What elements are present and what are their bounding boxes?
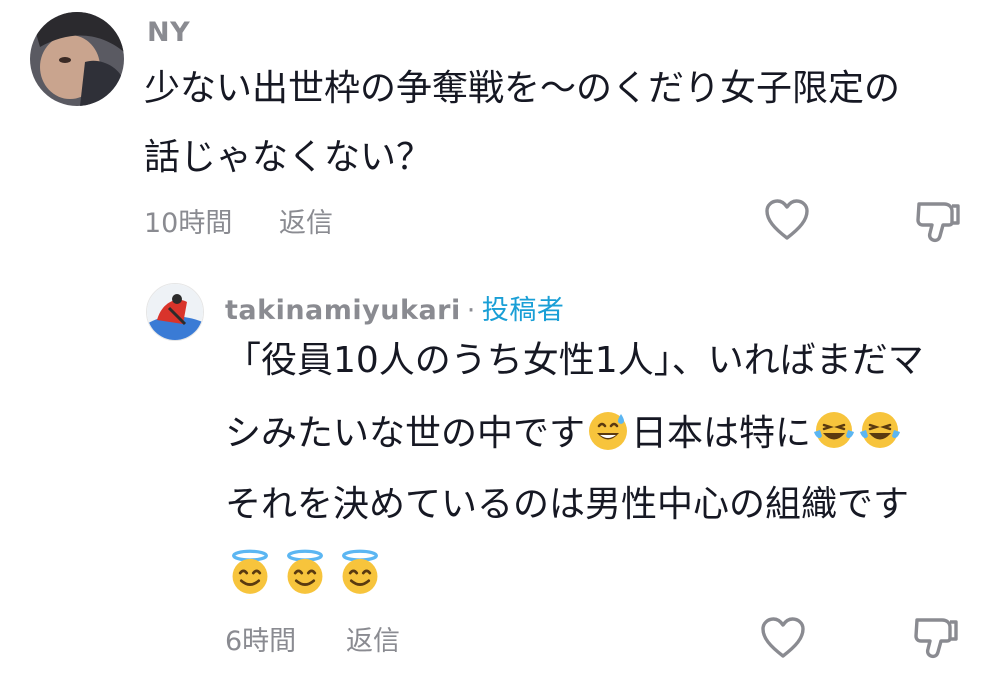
reply-emoji-line (225, 544, 385, 611)
author-badge: 投稿者 (481, 295, 565, 326)
sweat-smile-emoji (589, 412, 628, 450)
comment-text-line: 少ない出世枠の争奪戦を〜のくだり女子限定の (144, 68, 901, 109)
halo-emoji (232, 549, 268, 594)
halo-emoji (342, 549, 378, 594)
reply-timestamp: 6時間 (225, 626, 297, 657)
heart-icon[interactable] (760, 616, 806, 664)
reply-username[interactable]: takinamiyukari (225, 295, 461, 326)
reply-text-segment: シみたいな世の中です (225, 413, 586, 454)
reply-button[interactable]: 返信 (279, 201, 333, 240)
dislike-icon[interactable] (914, 198, 962, 248)
joy-emoji (860, 412, 901, 448)
reply-username-row: takinamiyukari · 投稿者 (225, 288, 564, 327)
heart-icon[interactable] (764, 198, 810, 246)
comment-username[interactable]: NY (147, 17, 190, 48)
comment-text-line: 話じゃなくない？ (144, 137, 433, 178)
dislike-icon[interactable] (912, 614, 960, 664)
reply-text-line: 「役員10人のうち女性1人」、いればまだマ (225, 340, 924, 381)
avatar[interactable] (30, 12, 124, 106)
halo-emoji (287, 549, 323, 594)
reply-text-line: それを決めているのは男性中心の組織です (225, 484, 910, 525)
comment-timestamp: 10時間 (144, 208, 233, 239)
reply-text-line-2: シみたいな世の中です 日本は特に (225, 400, 903, 467)
separator-dot: · (466, 295, 476, 326)
reply-button[interactable]: 返信 (346, 619, 400, 658)
reply-text-segment: 日本は特に (631, 413, 812, 454)
avatar[interactable] (146, 283, 204, 341)
joy-emoji (814, 412, 855, 448)
